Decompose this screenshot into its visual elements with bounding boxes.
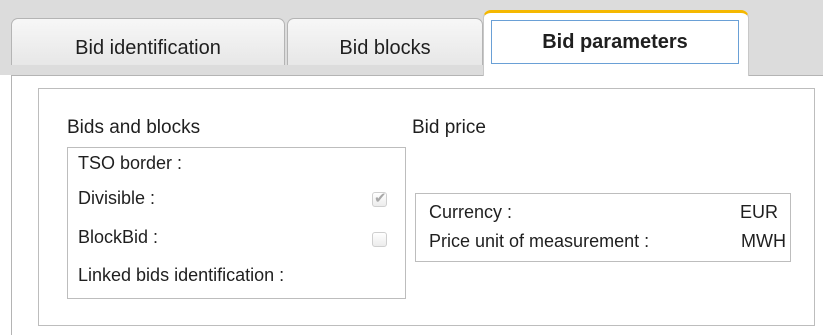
currency-label: Currency : [429,202,513,222]
divisible-label: Divisible : [78,188,156,208]
blockbid-checkbox[interactable] [372,232,387,247]
tab-bid-blocks-label: Bid blocks [339,37,431,59]
tab-bid-parameters-label: Bid parameters [491,20,739,64]
bid-price-box: Currency : EUR Price unit of measurement… [415,193,791,262]
tab-bid-identification-label: Bid identification [75,37,221,59]
tso-border-label: TSO border : [78,153,183,173]
bid-price-heading: Bid price [412,117,486,138]
linked-bids-label: Linked bids identification : [78,265,285,285]
bids-and-blocks-heading: Bids and blocks [67,117,201,138]
bids-and-blocks-box: TSO border : Divisible : ✔ BlockBid : Li… [67,147,406,299]
divisible-checkbox[interactable]: ✔ [372,190,387,207]
tab-bid-parameters[interactable]: Bid parameters [483,10,749,76]
price-unit-value: MWH [741,231,786,251]
tab-bid-identification[interactable]: Bid identification [11,18,285,65]
tab-strip: Bid identification Bid blocks Bid parame… [0,0,823,76]
tab-bid-blocks[interactable]: Bid blocks [287,18,483,65]
blockbid-label: BlockBid : [78,227,159,247]
price-unit-label: Price unit of measurement : [429,231,650,251]
bid-parameters-panel: Bids and blocks TSO border : Divisible :… [38,88,815,326]
check-mark-icon: ✔ [374,190,387,207]
currency-value: EUR [739,202,778,222]
